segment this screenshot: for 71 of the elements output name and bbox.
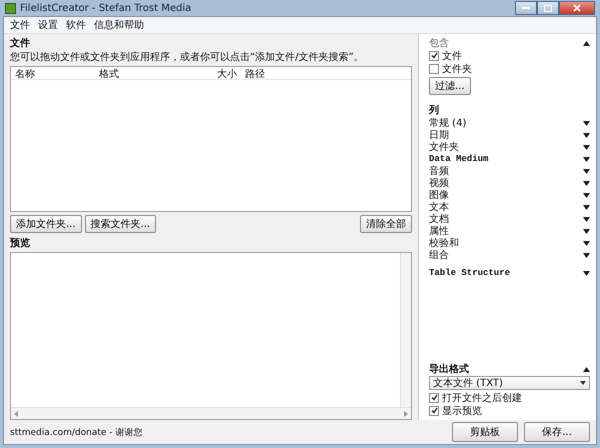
column-group[interactable]: 文件夹 xyxy=(429,140,459,154)
column-group[interactable]: Data Medium xyxy=(429,154,488,164)
menu-item[interactable]: 软件 xyxy=(66,18,86,32)
minimize-button[interactable] xyxy=(515,1,537,15)
folder-button[interactable]: 添加文件夹... xyxy=(10,215,82,233)
action-button[interactable]: 保存... xyxy=(524,422,590,442)
expand-icon[interactable] xyxy=(583,180,590,186)
column-header[interactable]: 名称 xyxy=(11,67,95,79)
dropdown-icon xyxy=(580,381,586,385)
section-title: 包含 xyxy=(429,36,449,50)
column-header[interactable]: 格式 xyxy=(95,67,173,79)
checkbox[interactable] xyxy=(429,406,439,416)
section-heading: 文件 xyxy=(10,36,31,50)
filter-button[interactable]: 过滤... xyxy=(429,77,471,95)
donate-link[interactable]: sttmedia.com/donate - 谢谢您 xyxy=(10,426,142,438)
column-group[interactable]: 视频 xyxy=(429,176,449,190)
column-group[interactable]: 日期 xyxy=(429,128,449,142)
checkbox[interactable] xyxy=(429,50,439,60)
expand-icon[interactable] xyxy=(583,168,590,174)
expand-icon[interactable] xyxy=(583,132,590,138)
expand-icon[interactable] xyxy=(583,270,590,276)
scrollbar[interactable] xyxy=(11,407,411,419)
maximize-button[interactable] xyxy=(537,1,559,15)
column-header[interactable]: 大小 xyxy=(173,67,241,79)
column-group[interactable]: 文档 xyxy=(429,212,449,226)
instruction-text: 您可以拖动文件或文件夹到应用程序，或者你可以点击“添加文件/文件夹搜索”。 xyxy=(10,50,365,64)
collapse-icon[interactable] xyxy=(583,40,590,46)
clear-all-button[interactable]: 清除全部 xyxy=(360,215,412,233)
expand-icon[interactable] xyxy=(583,204,590,210)
column-header[interactable]: 路径 xyxy=(241,67,269,79)
expand-icon[interactable] xyxy=(583,252,590,258)
menu-item[interactable]: 信息和帮助 xyxy=(94,18,144,32)
expand-icon[interactable] xyxy=(583,240,590,246)
collapse-icon[interactable] xyxy=(583,366,590,372)
close-icon xyxy=(573,4,581,12)
scrollbar[interactable] xyxy=(400,253,411,407)
expand-icon[interactable] xyxy=(583,216,590,222)
section-heading: 预览 xyxy=(10,236,31,250)
checkbox-label: 显示预览 xyxy=(442,404,482,418)
column-group[interactable]: Table Structure xyxy=(429,268,510,278)
checkbox-label: 打开文件之后创建 xyxy=(442,392,522,404)
scroll-right-icon[interactable] xyxy=(404,410,408,416)
column-group[interactable]: 组合 xyxy=(429,248,449,262)
section-heading: 列 xyxy=(429,104,440,117)
menu-item[interactable]: 设置 xyxy=(38,18,58,32)
checkbox[interactable] xyxy=(429,392,439,402)
column-group[interactable]: 常规 (4) xyxy=(429,116,466,130)
scroll-left-icon[interactable] xyxy=(14,410,18,416)
menu-item[interactable]: 文件 xyxy=(10,18,30,32)
checkbox-label: 文件 xyxy=(442,50,462,62)
action-button[interactable]: 剪贴板 xyxy=(452,422,518,442)
column-group[interactable]: 音频 xyxy=(429,164,449,178)
minimize-icon xyxy=(522,6,530,10)
window-title: FilelistCreator - Stefan Trost Media xyxy=(20,2,192,14)
column-group[interactable]: 图像 xyxy=(429,188,449,202)
checkbox-label: 文件夹 xyxy=(442,62,472,76)
expand-icon[interactable] xyxy=(583,192,590,198)
close-button[interactable] xyxy=(559,1,595,15)
section-heading: 导出格式 xyxy=(429,362,469,376)
column-group[interactable]: 校验和 xyxy=(429,236,459,250)
expand-icon[interactable] xyxy=(583,156,590,162)
maximize-icon xyxy=(544,4,552,12)
expand-icon[interactable] xyxy=(583,120,590,126)
folder-button[interactable]: 搜索文件夹... xyxy=(84,215,156,233)
column-group[interactable]: 文本 xyxy=(429,200,449,214)
column-group[interactable]: 属性 xyxy=(429,224,449,238)
app-icon xyxy=(5,2,16,14)
expand-icon[interactable] xyxy=(583,144,590,150)
checkbox[interactable] xyxy=(429,64,439,74)
expand-icon[interactable] xyxy=(583,228,590,234)
format-dropdown[interactable]: 文本文件 (TXT) xyxy=(429,376,590,390)
